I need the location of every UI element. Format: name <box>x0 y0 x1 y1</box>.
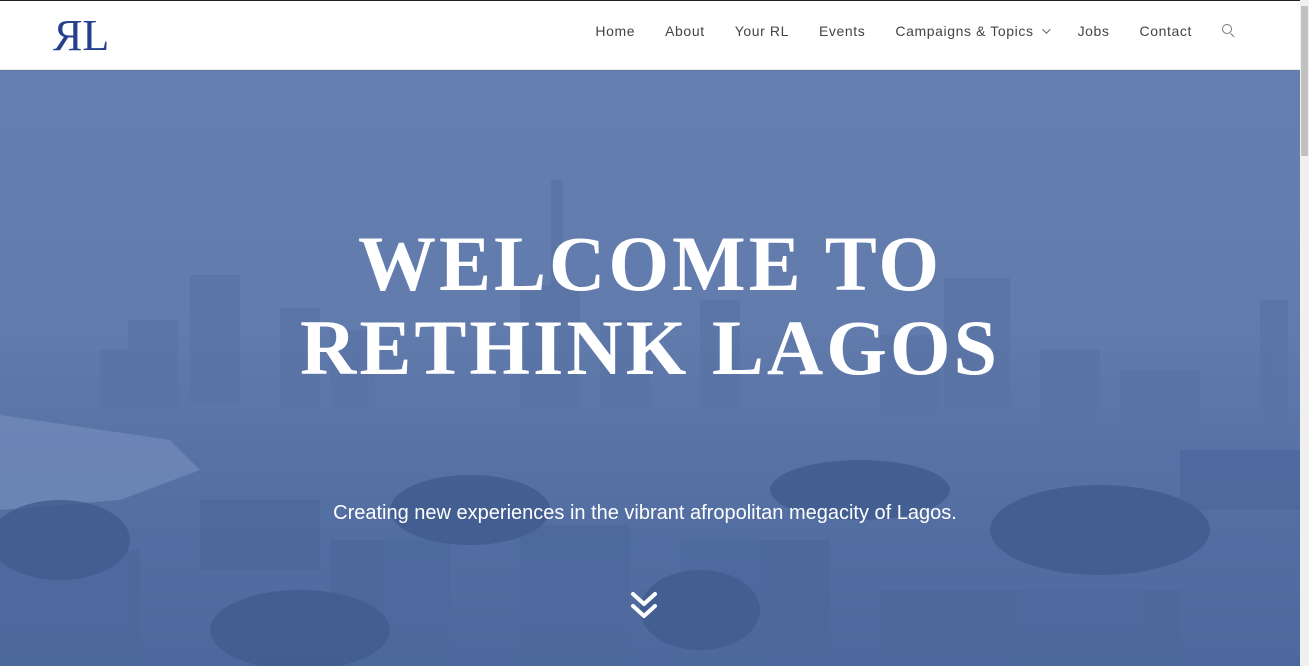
nav-about[interactable]: About <box>665 23 705 39</box>
logo-letter-l: L <box>82 11 109 60</box>
nav-jobs[interactable]: Jobs <box>1078 23 1110 39</box>
hero-title: WELCOME TO RETHINK LAGOS <box>0 222 1300 390</box>
hero-banner: WELCOME TO RETHINK LAGOS Creating new ex… <box>0 70 1300 666</box>
nav-label: Your RL <box>734 23 789 39</box>
double-chevron-down-icon[interactable] <box>629 590 659 622</box>
site-logo[interactable]: RL <box>55 11 109 60</box>
search-icon[interactable] <box>1222 24 1236 38</box>
nav-your-rl[interactable]: Your RL <box>735 23 789 39</box>
main-nav: Home About Your RL Events Campaigns & To… <box>565 1 1236 61</box>
nav-label: Contact <box>1139 23 1192 39</box>
nav-campaigns-topics[interactable]: Campaigns & Topics <box>895 23 1051 39</box>
nav-label: Campaigns & Topics <box>895 23 1034 39</box>
nav-events[interactable]: Events <box>819 23 865 39</box>
nav-label: Events <box>818 23 866 39</box>
nav-label: About <box>665 23 705 39</box>
site-header: RL Home About Your RL Events Campaigns &… <box>0 0 1300 70</box>
chevron-down-icon <box>1041 25 1051 34</box>
page-scrollbar[interactable] <box>1300 0 1309 666</box>
hero-subtitle: Creating new experiences in the vibrant … <box>333 502 957 524</box>
nav-home[interactable]: Home <box>595 23 635 39</box>
hero-title-line-2: RETHINK LAGOS <box>300 304 1000 391</box>
nav-label: Jobs <box>1077 23 1110 39</box>
hero-title-line-1: WELCOME TO <box>357 220 943 307</box>
logo-letter-r: R <box>55 11 83 60</box>
nav-label: Home <box>595 23 636 39</box>
nav-contact[interactable]: Contact <box>1140 23 1192 39</box>
scrollbar-thumb[interactable] <box>1301 6 1308 156</box>
